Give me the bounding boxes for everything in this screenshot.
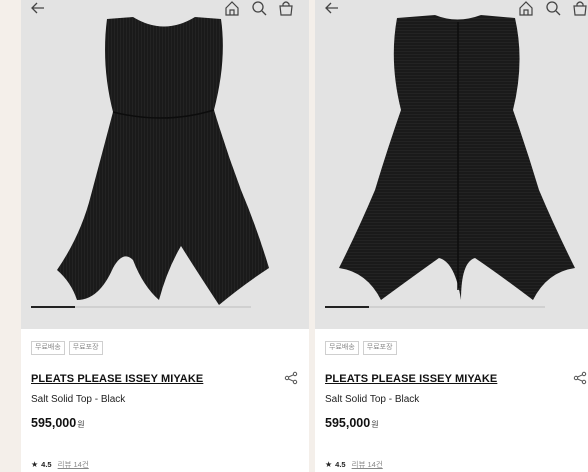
search-icon[interactable] [250, 0, 268, 17]
brand-link[interactable]: PLEATS PLEASE ISSEY MIYAKE [31, 373, 203, 385]
share-icon[interactable] [284, 371, 298, 390]
home-icon[interactable] [517, 0, 535, 17]
rating-row: ★ 4.5 리뷰 14건 [325, 459, 383, 470]
brand-link[interactable]: PLEATS PLEASE ISSEY MIYAKE [325, 373, 497, 385]
slider-progress [31, 306, 75, 308]
free-wrapping-tag: 무료포장 [68, 341, 103, 355]
product-image-front[interactable] [21, 0, 309, 329]
rating-row: ★ 4.5 리뷰 14건 [31, 459, 89, 470]
shipping-tags: 무료배송 무료포장 [31, 341, 103, 355]
reviews-link[interactable]: 리뷰 14건 [58, 459, 89, 470]
shipping-tags: 무료배송 무료포장 [325, 341, 397, 355]
free-wrapping-tag: 무료포장 [362, 341, 397, 355]
product-image-back[interactable] [315, 0, 588, 329]
garment-back-illustration [339, 15, 575, 300]
rating-score: 4.5 [335, 460, 346, 469]
product-card-back[interactable]: 무료배송 무료포장 PLEATS PLEASE ISSEY MIYAKE Sal… [315, 0, 588, 472]
image-slider-indicator [325, 306, 545, 308]
reviews-link[interactable]: 리뷰 14건 [352, 459, 383, 470]
currency-label: 원 [371, 420, 379, 429]
slider-progress [325, 306, 369, 308]
price-value: 595,000 [31, 416, 77, 430]
star-icon: ★ [31, 460, 39, 469]
price-value: 595,000 [325, 416, 371, 430]
free-shipping-tag: 무료배송 [325, 341, 359, 355]
home-icon[interactable] [223, 0, 241, 17]
image-slider-indicator [31, 306, 251, 308]
back-arrow-icon[interactable] [323, 0, 341, 17]
garment-front-illustration [57, 17, 269, 305]
currency-label: 원 [77, 420, 85, 429]
product-price: 595,000원 [325, 416, 379, 430]
product-card-front[interactable]: 무료배송 무료포장 PLEATS PLEASE ISSEY MIYAKE Sal… [21, 0, 309, 472]
shopping-bag-icon[interactable] [571, 0, 588, 17]
back-arrow-icon[interactable] [29, 0, 47, 17]
rating-score: 4.5 [41, 460, 52, 469]
shopping-bag-icon[interactable] [277, 0, 295, 17]
product-price: 595,000원 [31, 416, 85, 430]
share-icon[interactable] [573, 371, 587, 390]
product-name: Salt Solid Top - Black [325, 394, 420, 405]
free-shipping-tag: 무료배송 [31, 341, 65, 355]
product-name: Salt Solid Top - Black [31, 394, 126, 405]
search-icon[interactable] [544, 0, 562, 17]
star-icon: ★ [325, 460, 333, 469]
